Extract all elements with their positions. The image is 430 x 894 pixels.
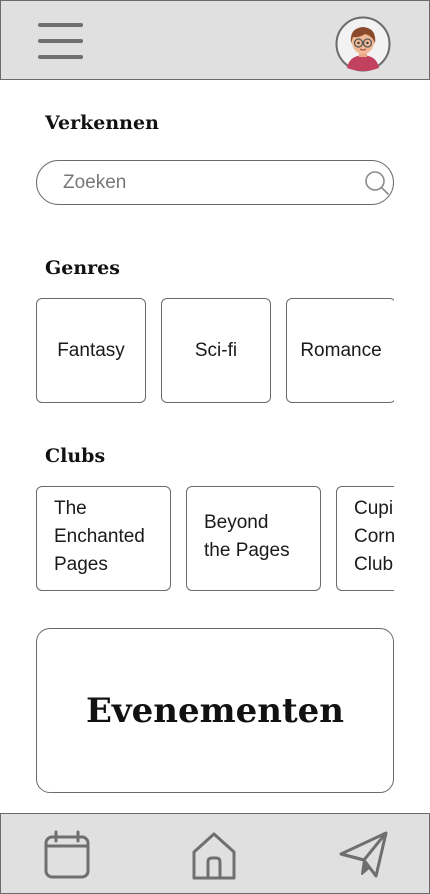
events-button[interactable]: Evenementen bbox=[36, 628, 394, 793]
clubs-row: The Enchanted Pages Beyond the Pages Cup… bbox=[36, 486, 394, 592]
bottom-nav bbox=[0, 813, 430, 894]
search-input[interactable] bbox=[63, 161, 343, 204]
club-label: The Enchanted Pages bbox=[54, 498, 145, 575]
club-card-cupids-corner[interactable]: Cupid's Corner Club bbox=[336, 486, 394, 591]
genres-row: Fantasy Sci-fi Romance bbox=[36, 298, 394, 404]
calendar-icon[interactable] bbox=[42, 830, 92, 880]
club-card-beyond-the-pages[interactable]: Beyond the Pages bbox=[186, 486, 321, 591]
hamburger-menu-icon[interactable] bbox=[38, 23, 84, 59]
club-label: Cupid's Corner Club bbox=[354, 498, 394, 575]
menu-line bbox=[38, 55, 83, 59]
genre-card-fantasy[interactable]: Fantasy bbox=[36, 298, 146, 403]
send-icon[interactable] bbox=[339, 830, 389, 880]
menu-line bbox=[38, 39, 83, 43]
genre-label: Fantasy bbox=[57, 339, 125, 361]
menu-line bbox=[38, 23, 83, 27]
club-label: Beyond the Pages bbox=[204, 512, 290, 561]
club-card-enchanted-pages[interactable]: The Enchanted Pages bbox=[36, 486, 171, 591]
genre-label: Sci-fi bbox=[194, 339, 238, 361]
events-label: Evenementen bbox=[85, 690, 345, 731]
explore-title: Verkennen bbox=[45, 112, 159, 134]
genre-label: Romance bbox=[300, 339, 382, 361]
top-bar bbox=[0, 0, 430, 80]
genres-title: Genres bbox=[45, 257, 120, 279]
user-avatar[interactable] bbox=[335, 16, 391, 72]
search-bar[interactable] bbox=[36, 160, 394, 205]
clubs-title: Clubs bbox=[45, 445, 106, 467]
genre-card-sci-fi[interactable]: Sci-fi bbox=[161, 298, 271, 403]
search-icon[interactable] bbox=[362, 169, 392, 199]
home-icon[interactable] bbox=[189, 830, 239, 880]
genre-card-romance[interactable]: Romance bbox=[286, 298, 394, 403]
